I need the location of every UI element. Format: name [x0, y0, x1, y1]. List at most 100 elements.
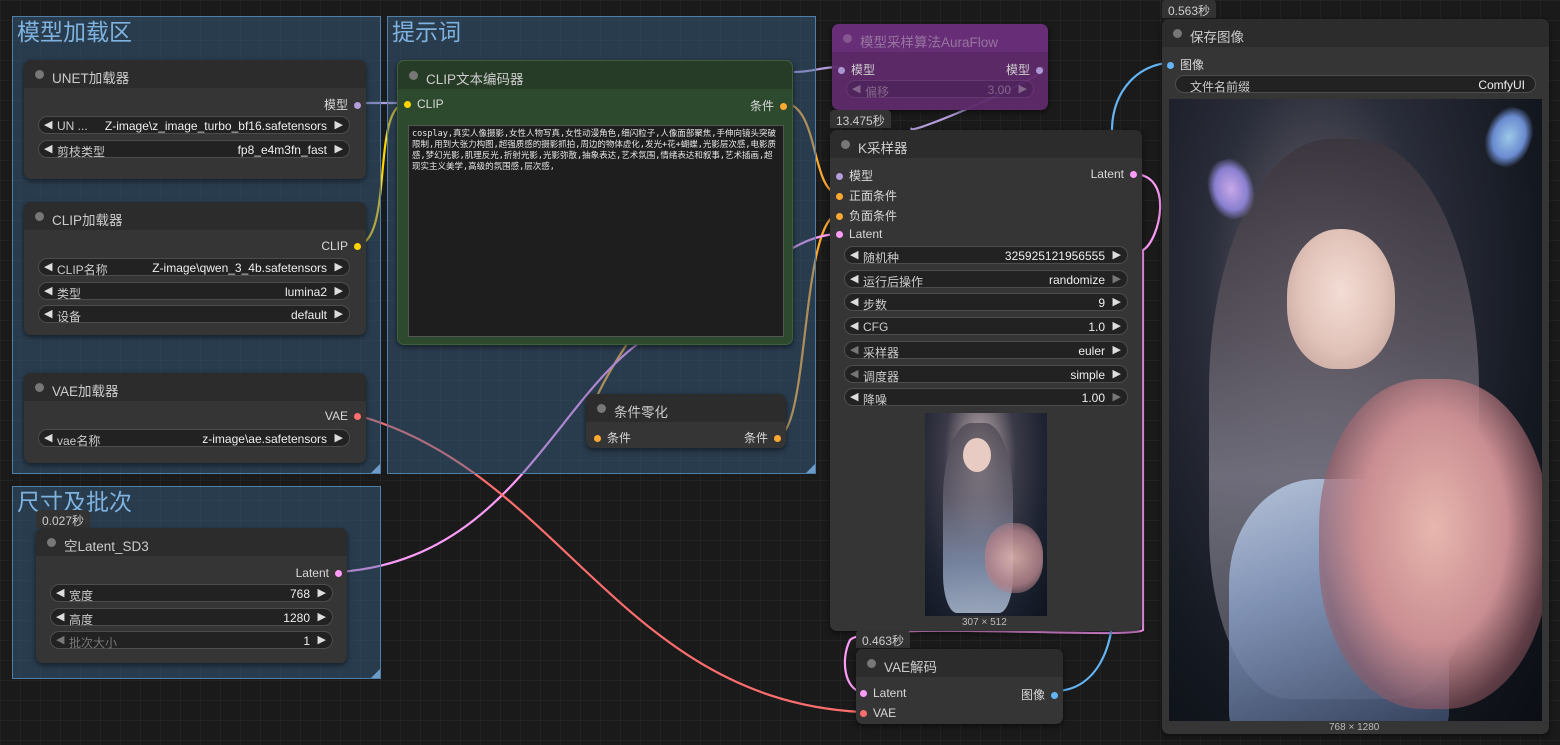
widget-unet-name[interactable]: ◀ UN ... Z-image\z_image_turbo_bf16.safe…	[38, 116, 350, 134]
arrow-right-icon[interactable]: ▶	[1113, 248, 1121, 261]
output-clip-slot[interactable]: CLIP	[321, 239, 361, 253]
arrow-right-icon[interactable]: ▶	[1113, 343, 1121, 356]
node-header[interactable]: 条件零化	[586, 394, 786, 422]
output-model-slot[interactable]: 模型	[324, 96, 361, 113]
arrow-left-icon[interactable]: ◀	[44, 260, 52, 273]
widget-control-after-generate[interactable]: ◀ 运行后操作 randomize ▶	[844, 270, 1128, 289]
arrow-left-icon[interactable]: ◀	[44, 284, 52, 297]
resize-handle[interactable]	[806, 464, 815, 473]
collapse-dot[interactable]	[35, 70, 44, 79]
collapse-dot[interactable]	[35, 212, 44, 221]
arrow-right-icon[interactable]: ▶	[335, 260, 343, 273]
slot-dot[interactable]	[860, 710, 867, 718]
node-model-sampling-auraflow[interactable]: 模型采样算法AuraFlow 模型 模型 ◀ 偏移 3.00 ▶	[832, 24, 1048, 110]
arrow-right-icon[interactable]: ▶	[335, 284, 343, 297]
input-latent-slot[interactable]: Latent	[860, 686, 906, 700]
slot-dot[interactable]	[836, 231, 843, 239]
arrow-left-icon[interactable]: ◀	[850, 272, 858, 285]
output-conditioning-slot[interactable]: 条件	[744, 429, 781, 446]
widget-width[interactable]: ◀ 宽度 768 ▶	[50, 584, 333, 603]
widget-seed[interactable]: ◀ 随机种 325925121956555 ▶	[844, 246, 1128, 265]
arrow-right-icon[interactable]: ▶	[1113, 390, 1121, 403]
output-vae-slot[interactable]: VAE	[325, 409, 361, 423]
slot-dot[interactable]	[838, 67, 845, 75]
slot-dot[interactable]	[836, 213, 843, 221]
prompt-textarea[interactable]: cosplay,真实人像摄影,女性人物写真,女性动漫角色,细闪粒子,人像面部聚焦…	[408, 125, 784, 337]
input-latent-slot[interactable]: Latent	[836, 227, 882, 241]
widget-clip-name[interactable]: ◀ CLIP名称 Z-image\qwen_3_4b.safetensors ▶	[38, 258, 350, 277]
node-ksampler[interactable]: K采样器 模型 Latent 正面条件 负面条件 Latent ◀ 随机种 32…	[830, 130, 1142, 631]
slot-dot[interactable]	[1130, 171, 1137, 179]
arrow-left-icon[interactable]: ◀	[56, 586, 64, 599]
node-empty-latent-sd3[interactable]: 空Latent_SD3 Latent ◀ 宽度 768 ▶ ◀ 高度 1280 …	[36, 528, 347, 663]
node-header[interactable]: 空Latent_SD3	[36, 528, 347, 556]
collapse-dot[interactable]	[867, 659, 876, 668]
collapse-dot[interactable]	[1173, 29, 1182, 38]
input-model-slot[interactable]: 模型	[838, 61, 875, 78]
arrow-right-icon[interactable]: ▶	[335, 142, 343, 155]
output-image-slot[interactable]: 图像	[1021, 686, 1058, 703]
arrow-right-icon[interactable]: ▶	[1113, 367, 1121, 380]
slot-dot[interactable]	[594, 435, 601, 443]
widget-vae-name[interactable]: ◀ vae名称 z-image\ae.safetensors ▶	[38, 429, 350, 448]
input-image-slot[interactable]: 图像	[1167, 56, 1204, 73]
arrow-right-icon[interactable]: ▶	[318, 586, 326, 599]
resize-handle[interactable]	[371, 464, 380, 473]
collapse-dot[interactable]	[35, 383, 44, 392]
input-vae-slot[interactable]: VAE	[860, 706, 896, 720]
arrow-right-icon[interactable]: ▶	[335, 431, 343, 444]
slot-dot[interactable]	[1167, 62, 1174, 70]
arrow-left-icon[interactable]: ◀	[56, 610, 64, 623]
widget-denoise[interactable]: ◀ 降噪 1.00 ▶	[844, 388, 1128, 407]
arrow-right-icon[interactable]: ▶	[1113, 319, 1121, 332]
widget-cfg[interactable]: ◀ CFG 1.0 ▶	[844, 317, 1128, 335]
arrow-right-icon[interactable]: ▶	[1113, 295, 1121, 308]
input-conditioning-slot[interactable]: 条件	[594, 429, 631, 446]
arrow-left-icon[interactable]: ◀	[850, 295, 858, 308]
arrow-left-icon[interactable]: ◀	[44, 307, 52, 320]
slot-dot[interactable]	[1036, 67, 1043, 75]
arrow-right-icon[interactable]: ▶	[335, 118, 343, 131]
collapse-dot[interactable]	[47, 538, 56, 547]
node-header[interactable]: CLIP加载器	[24, 202, 366, 230]
node-save-image[interactable]: 保存图像 图像 文件名前缀 ComfyUI 768 × 1280	[1162, 19, 1549, 734]
node-header[interactable]: CLIP文本编码器	[398, 61, 792, 89]
arrow-left-icon[interactable]: ◀	[44, 142, 52, 155]
resize-handle[interactable]	[371, 669, 380, 678]
slot-dot[interactable]	[860, 690, 867, 698]
slot-dot[interactable]	[1051, 692, 1058, 700]
widget-height[interactable]: ◀ 高度 1280 ▶	[50, 608, 333, 627]
node-clip-text-encoder[interactable]: CLIP文本编码器 CLIP 条件 cosplay,真实人像摄影,女性人物写真,…	[397, 60, 793, 345]
widget-clip-type[interactable]: ◀ 类型 lumina2 ▶	[38, 282, 350, 301]
node-header[interactable]: 保存图像	[1162, 19, 1549, 47]
input-clip-slot[interactable]: CLIP	[404, 97, 444, 111]
node-header[interactable]: VAE解码	[856, 649, 1063, 677]
node-conditioning-zero-out[interactable]: 条件零化 条件 条件	[586, 394, 786, 448]
slot-dot[interactable]	[354, 243, 361, 251]
collapse-dot[interactable]	[597, 404, 606, 413]
node-header[interactable]: VAE加载器	[24, 373, 366, 401]
collapse-dot[interactable]	[409, 71, 418, 80]
arrow-left-icon[interactable]: ◀	[850, 343, 858, 356]
slot-dot[interactable]	[774, 435, 781, 443]
node-unet-loader[interactable]: UNET加载器 模型 ◀ UN ... Z-image\z_image_turb…	[24, 60, 366, 179]
slot-dot[interactable]	[404, 101, 411, 109]
node-vae-loader[interactable]: VAE加载器 VAE ◀ vae名称 z-image\ae.safetensor…	[24, 373, 366, 463]
arrow-left-icon[interactable]: ◀	[850, 319, 858, 332]
widget-sampler[interactable]: ◀ 采样器 euler ▶	[844, 341, 1128, 360]
node-clip-loader[interactable]: CLIP加载器 CLIP ◀ CLIP名称 Z-image\qwen_3_4b.…	[24, 202, 366, 335]
slot-dot[interactable]	[354, 413, 361, 421]
widget-weight-dtype[interactable]: ◀ 剪枝类型 fp8_e4m3fn_fast ▶	[38, 140, 350, 159]
arrow-right-icon[interactable]: ▶	[1019, 82, 1027, 95]
arrow-right-icon[interactable]: ▶	[318, 610, 326, 623]
collapse-dot[interactable]	[843, 34, 852, 43]
widget-batch-size[interactable]: ◀ 批次大小 1 ▶	[50, 631, 333, 650]
widget-clip-device[interactable]: ◀ 设备 default ▶	[38, 305, 350, 324]
output-latent-slot[interactable]: Latent	[296, 566, 342, 580]
arrow-left-icon[interactable]: ◀	[44, 118, 52, 131]
node-vae-decode[interactable]: VAE解码 Latent VAE 图像	[856, 649, 1063, 724]
slot-dot[interactable]	[836, 193, 843, 201]
arrow-left-icon[interactable]: ◀	[44, 431, 52, 444]
output-conditioning-slot[interactable]: 条件	[750, 97, 787, 114]
input-negative-slot[interactable]: 负面条件	[836, 207, 897, 224]
